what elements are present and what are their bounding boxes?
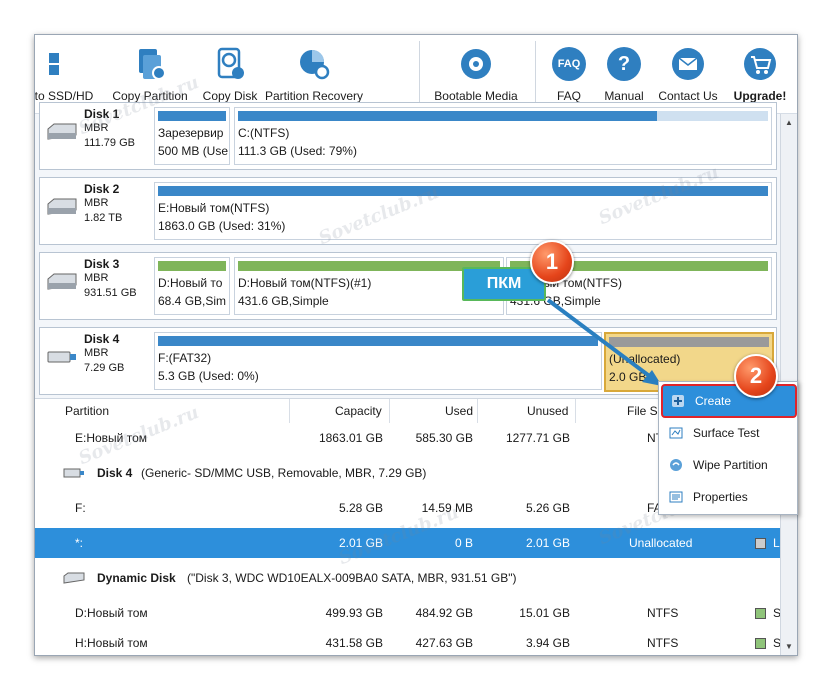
wipe-partition-icon	[670, 459, 682, 471]
menu-item-properties[interactable]: Properties	[663, 484, 793, 510]
menu-item-create[interactable]: Create	[661, 384, 797, 418]
menu-item-label: Surface Test	[693, 426, 760, 440]
step-badge-1: 1	[530, 240, 574, 284]
menu-item-label: Properties	[693, 490, 748, 504]
step-badge-2: 2	[734, 354, 778, 398]
menu-item-label: Create	[695, 394, 732, 408]
menu-item-surface-test[interactable]: Surface Test	[663, 420, 793, 446]
create-partition-icon	[672, 395, 684, 407]
surface-test-icon	[669, 427, 683, 439]
menu-item-wipe-partition[interactable]: Wipe Partition	[663, 452, 793, 478]
properties-icon	[669, 491, 683, 503]
context-menu: Create Surface Test Wipe Partition Prope…	[658, 381, 798, 515]
pointer-arrow	[546, 298, 662, 386]
menu-item-label: Wipe Partition	[693, 458, 768, 472]
